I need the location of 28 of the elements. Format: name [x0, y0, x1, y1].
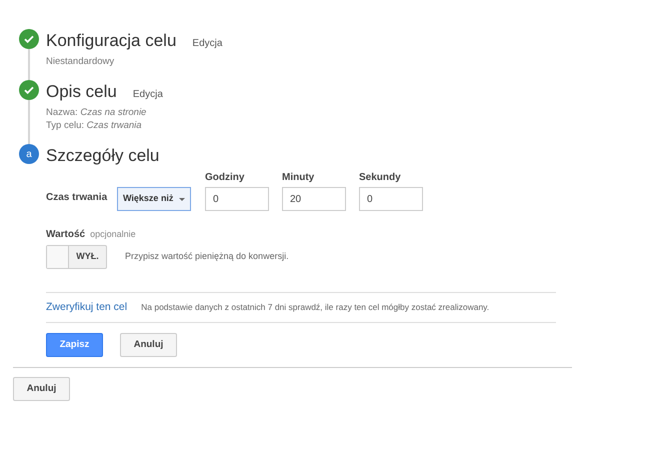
time-input[interactable]: 0	[359, 187, 423, 211]
cancel-button[interactable]: Anuluj	[13, 377, 70, 402]
edit-link[interactable]: Edycja	[192, 36, 222, 51]
time-input[interactable]: 20	[282, 187, 346, 211]
caret-icon	[179, 198, 186, 200]
step-detail: Niestandardowy	[46, 55, 116, 68]
step-badge: a	[19, 144, 39, 164]
field-label: Czas trwania	[46, 191, 108, 205]
step-detail: Nazwa: Czas na stronie	[46, 106, 148, 119]
step-title: Konfiguracja celu	[46, 30, 176, 52]
edit-link[interactable]: Edycja	[132, 87, 163, 102]
toggle-switch[interactable]: WYŁ.	[46, 245, 107, 269]
field-label: Sekundy	[359, 171, 402, 185]
verify-description: Na podstawie danych z ostatnich 7 dni sprawdź, ile razy ten cel mógłby zostać zrealizowany.	[141, 301, 490, 314]
comparison-dropdown[interactable]: Większe niż	[117, 187, 191, 211]
cancel-button[interactable]: Anuluj	[120, 333, 177, 357]
step-title: Szczegóły celu	[46, 145, 160, 167]
step-title: Opis celu	[46, 81, 117, 103]
hint-text: opcjonalnie	[90, 228, 136, 241]
field-label: Wartość	[46, 228, 86, 242]
step-detail: Typ celu: Czas trwania	[46, 119, 143, 132]
field-label: Godziny	[205, 171, 246, 185]
time-input[interactable]: 0	[205, 187, 269, 211]
field-label: Minuty	[282, 171, 316, 185]
check-icon	[19, 29, 39, 49]
toggle-description: Przypisz wartość pieniężną do konwersji.	[125, 250, 289, 264]
check-icon	[19, 80, 39, 100]
verify-link[interactable]: Zweryfikuj ten cel	[46, 300, 128, 316]
